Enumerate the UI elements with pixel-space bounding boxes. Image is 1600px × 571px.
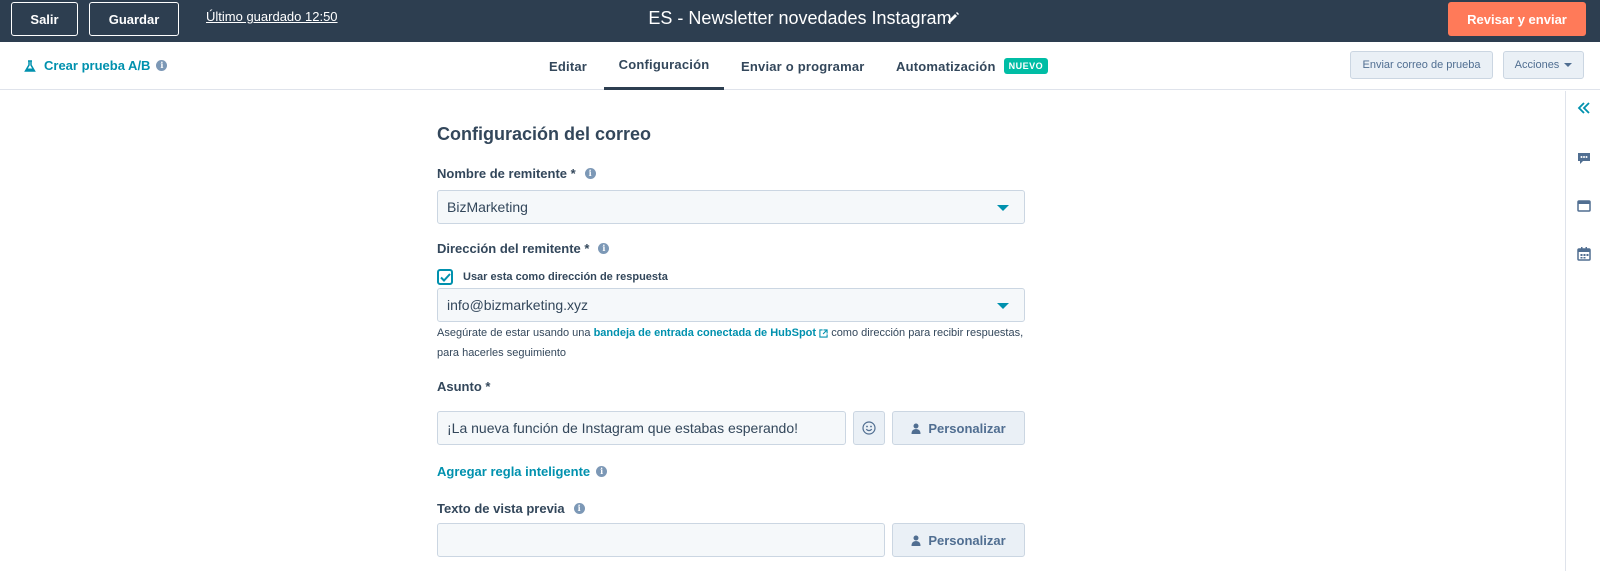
sender-name-label-row: Nombre de remitente * i <box>437 166 596 181</box>
subject-label: Asunto * <box>437 379 491 394</box>
info-icon[interactable]: i <box>156 60 168 71</box>
last-saved-link[interactable]: Último guardado 12:50 <box>206 9 338 24</box>
send-test-email-button[interactable]: Enviar correo de prueba <box>1350 51 1493 79</box>
actions-dropdown[interactable]: Acciones <box>1503 51 1584 79</box>
flask-icon <box>24 59 36 72</box>
add-smart-rule-label: Agregar regla inteligente <box>437 464 591 479</box>
reply-to-checkbox[interactable] <box>437 269 453 285</box>
subject-label-row: Asunto * <box>437 379 490 394</box>
sender-address-select[interactable]: info@bizmarketing.xyz <box>437 288 1025 322</box>
checkmark-icon <box>439 272 451 282</box>
subject-personalize-button[interactable]: Personalizar <box>892 411 1025 445</box>
exit-button[interactable]: Salir <box>11 2 78 36</box>
create-ab-test-link[interactable]: Crear prueba A/B i <box>24 58 168 73</box>
preview-icon[interactable] <box>1576 198 1592 214</box>
personalize-label: Personalizar <box>928 420 1006 436</box>
new-badge: NUEVO <box>1003 58 1049 74</box>
smiley-icon <box>862 421 876 435</box>
preview-text-label: Texto de vista previa <box>437 501 565 516</box>
sender-address-label-row: Dirección del remitente * i <box>437 241 610 256</box>
review-and-send-button[interactable]: Revisar y enviar <box>1448 2 1586 36</box>
sender-name-value: BizMarketing <box>447 199 528 215</box>
tab-send-or-schedule[interactable]: Enviar o programar <box>741 42 865 90</box>
save-button[interactable]: Guardar <box>89 2 179 36</box>
sender-name-select[interactable]: BizMarketing <box>437 190 1025 224</box>
secondary-nav: Crear prueba A/B i Editar Configuración … <box>0 42 1600 90</box>
info-icon[interactable]: i <box>598 243 610 254</box>
tab-automation[interactable]: Automatización NUEVO <box>896 42 1049 90</box>
tab-edit[interactable]: Editar <box>549 42 587 90</box>
sender-address-label: Dirección del remitente * <box>437 241 590 256</box>
create-ab-test-label: Crear prueba A/B <box>44 58 151 73</box>
chevron-down-icon <box>1564 63 1573 67</box>
help-text-suffix: como dirección para recibir respuestas, <box>831 327 1024 339</box>
tab-automation-label: Automatización <box>896 58 996 74</box>
reply-to-checkbox-label: Usar esta como dirección de respuesta <box>463 271 668 283</box>
help-text-prefix: Asegúrate de estar usando una <box>437 327 594 339</box>
chevron-down-icon <box>997 303 1009 309</box>
person-icon <box>911 423 921 434</box>
info-icon[interactable]: i <box>584 168 596 179</box>
actions-label: Acciones <box>1514 59 1560 71</box>
subject-input[interactable]: ¡La nueva función de Instagram que estab… <box>437 411 846 445</box>
info-icon[interactable]: i <box>596 466 608 477</box>
sender-name-label: Nombre de remitente * <box>437 166 576 181</box>
preview-text-input[interactable] <box>437 523 885 557</box>
sender-address-value: info@bizmarketing.xyz <box>447 297 589 313</box>
personalize-label: Personalizar <box>928 532 1006 548</box>
emoji-button[interactable] <box>853 411 885 445</box>
top-bar: Salir Guardar Último guardado 12:50 ES -… <box>0 0 1600 42</box>
external-link-icon <box>819 328 828 338</box>
right-sidebar-rail <box>1565 91 1600 571</box>
sender-address-help-text: Asegúrate de estar usando una bandeja de… <box>437 323 1027 363</box>
person-icon <box>911 535 921 546</box>
comment-icon[interactable] <box>1576 150 1592 166</box>
hubspot-inbox-link[interactable]: bandeja de entrada conectada de HubSpot <box>594 327 817 339</box>
calendar-icon[interactable] <box>1576 246 1592 262</box>
info-icon[interactable]: i <box>573 503 585 514</box>
preview-text-personalize-button[interactable]: Personalizar <box>892 523 1025 557</box>
pencil-icon[interactable] <box>946 11 960 25</box>
chevron-down-icon <box>997 205 1009 211</box>
tab-settings[interactable]: Configuración <box>604 42 724 90</box>
add-smart-rule-link[interactable]: Agregar regla inteligente i <box>437 464 608 479</box>
help-text-suffix-line2: para hacerles seguimiento <box>437 347 567 359</box>
collapse-icon[interactable] <box>1576 100 1592 116</box>
section-title: Configuración del correo <box>437 124 652 144</box>
email-title[interactable]: ES - Newsletter novedades Instagram <box>648 8 951 28</box>
reply-to-checkbox-row[interactable]: Usar esta como dirección de respuesta <box>437 269 668 285</box>
preview-text-label-row: Texto de vista previa i <box>437 501 585 516</box>
